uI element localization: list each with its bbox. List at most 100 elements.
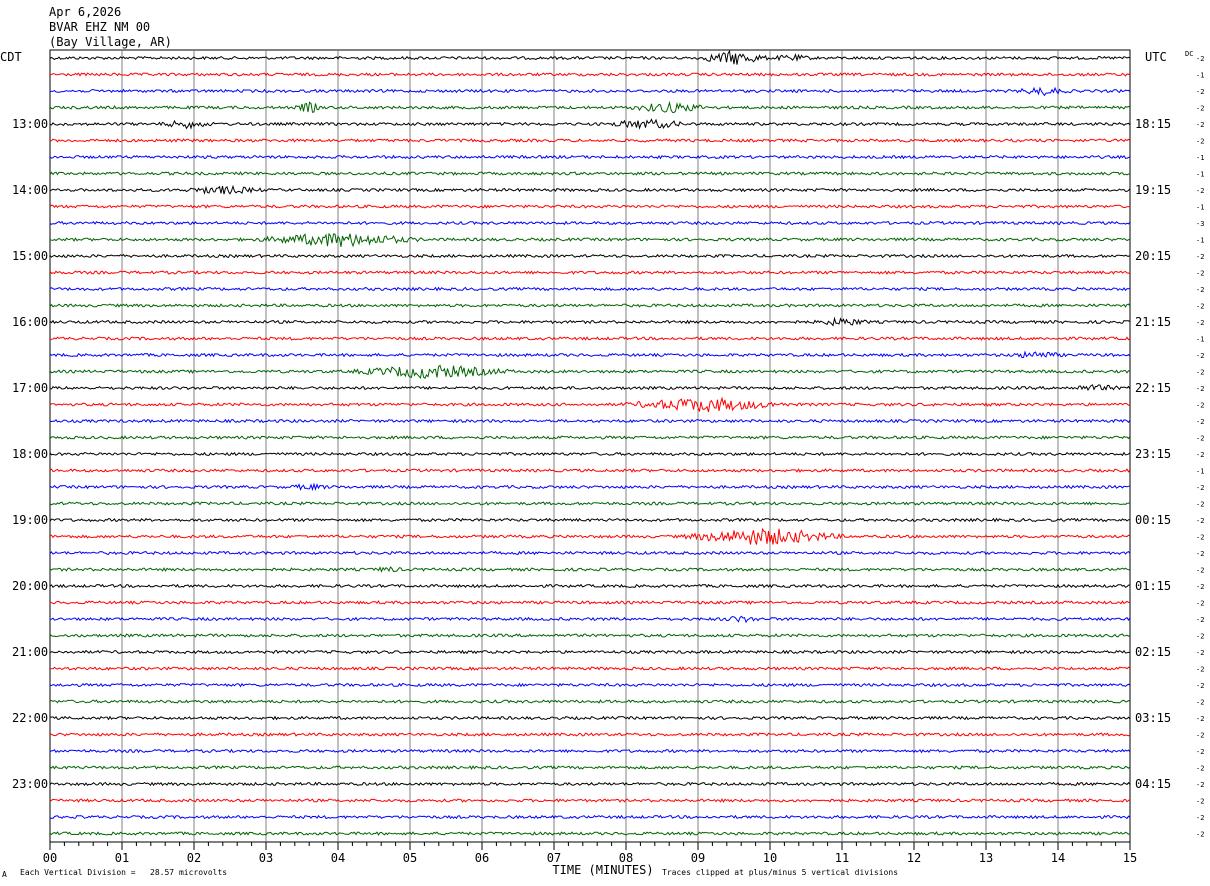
x-tick-label: 06	[475, 851, 489, 865]
x-tick-label: 11	[835, 851, 849, 865]
dc-offset-label: -2	[1196, 534, 1204, 542]
dc-offset-label: -2	[1196, 567, 1204, 575]
dc-offset-label: -2	[1196, 715, 1204, 723]
dc-offset-label: -2	[1196, 418, 1204, 426]
dc-offset-label: -2	[1196, 105, 1204, 113]
x-tick-label: 01	[115, 851, 129, 865]
trace-row	[49, 154, 1131, 160]
left-hour-label: 18:00	[12, 447, 48, 461]
right-hour-label: 03:15	[1135, 711, 1171, 725]
clip-note: Traces clipped at plus/minus 5 vertical …	[662, 868, 899, 877]
right-hour-label: 18:15	[1135, 117, 1171, 131]
trace-row	[49, 396, 1131, 413]
right-hour-label: 21:15	[1135, 315, 1171, 329]
trace-row	[49, 303, 1131, 308]
dc-offset-label: -2	[1196, 435, 1204, 443]
x-tick-label: 09	[691, 851, 705, 865]
x-tick-label: 03	[259, 851, 273, 865]
dc-offset-label: -2	[1196, 88, 1204, 96]
x-tick-label: 02	[187, 851, 201, 865]
trace-row	[49, 451, 1131, 457]
left-hour-label: 19:00	[12, 513, 48, 527]
trace-row	[49, 350, 1131, 359]
dc-offset-label: -2	[1196, 369, 1204, 377]
helicorder-plot: 00 01 02 03 04 05 06 07 08 09 10 11 12 13 14 15TIME (MI…	[12, 49, 1204, 877]
right-hour-label: 23:15	[1135, 447, 1171, 461]
dc-offset-label: -2	[1196, 517, 1204, 525]
trace-row	[49, 171, 1131, 176]
dc-offset-label: -2	[1196, 352, 1204, 360]
dc-offset-label: -1	[1196, 468, 1204, 476]
dc-offset-label: -2	[1196, 253, 1204, 261]
dc-offset-label: -3	[1196, 220, 1204, 228]
dc-offset-label: -2	[1196, 402, 1204, 410]
trace-row	[49, 232, 1131, 248]
dc-offset-label: -2	[1196, 748, 1204, 756]
x-tick-label: 00	[43, 851, 57, 865]
x-tick-label: 15	[1123, 851, 1137, 865]
left-hour-label: 15:00	[12, 249, 48, 263]
dc-offset-label: -2	[1196, 451, 1204, 459]
trace-row	[49, 364, 1131, 379]
dc-offset-label: -2	[1196, 682, 1204, 690]
right-hour-label: 20:15	[1135, 249, 1171, 263]
dc-offset-label: -2	[1196, 187, 1204, 195]
left-hour-label: 21:00	[12, 645, 48, 659]
trace-row	[49, 204, 1131, 209]
dc-offset-label: -1	[1196, 154, 1204, 162]
dc-offset-label: -2	[1196, 270, 1204, 278]
dc-offset-label: -2	[1196, 600, 1204, 608]
left-hour-label: 14:00	[12, 183, 48, 197]
trace-row	[49, 384, 1131, 392]
right-hour-label: 04:15	[1135, 777, 1171, 791]
right-hour-label: 00:15	[1135, 513, 1171, 527]
trace-row	[49, 682, 1131, 688]
dc-offset-label: -2	[1196, 649, 1204, 657]
trace-row	[49, 798, 1131, 803]
left-hour-label: 13:00	[12, 117, 48, 131]
trace-row	[49, 633, 1131, 638]
x-axis-label: TIME (MINUTES)	[552, 863, 653, 877]
trace-row	[49, 49, 1131, 65]
trace-row	[49, 184, 1131, 195]
dc-offset-label: -2	[1196, 732, 1204, 740]
trace-row	[49, 270, 1131, 275]
x-tick-label: 04	[331, 851, 345, 865]
dc-offset-label: -2	[1196, 484, 1204, 492]
scale-note: Each Vertical Division = 28.57 microvolt…	[20, 868, 228, 877]
x-tick-label: 10	[763, 851, 777, 865]
trace-row	[49, 699, 1131, 704]
right-hour-label: 01:15	[1135, 579, 1171, 593]
dc-offset-label: -1	[1196, 237, 1204, 245]
dc-offset-label: -2	[1196, 814, 1204, 822]
trace-row	[49, 316, 1131, 327]
trace-row	[49, 831, 1131, 836]
right-hour-label: 02:15	[1135, 645, 1171, 659]
trace-row	[49, 118, 1131, 130]
trace-row	[49, 527, 1131, 545]
x-tick-label: 12	[907, 851, 921, 865]
trace-row	[49, 566, 1131, 573]
trace-row	[49, 468, 1131, 473]
trace-row	[49, 286, 1131, 292]
trace-row	[49, 649, 1131, 655]
trace-row	[49, 418, 1131, 424]
plot-frame	[49, 49, 1131, 843]
dc-offset-label: -2	[1196, 303, 1204, 311]
trace-row	[49, 517, 1131, 523]
dc-offset-label: -2	[1196, 798, 1204, 806]
trace-row	[49, 253, 1131, 259]
trace-row	[49, 765, 1131, 770]
trace-row	[49, 138, 1131, 143]
trace-row	[49, 814, 1131, 820]
x-tick-label: 05	[403, 851, 417, 865]
dc-offset-label: -2	[1196, 286, 1204, 294]
dc-offset-label: -2	[1196, 319, 1204, 327]
right-hour-label: 22:15	[1135, 381, 1171, 395]
left-hour-label: 17:00	[12, 381, 48, 395]
trace-row	[49, 220, 1131, 226]
trace-row	[50, 600, 1131, 605]
dc-offset-label: -2	[1196, 138, 1204, 146]
trace-row	[49, 435, 1131, 440]
dc-offset-label: -2	[1196, 583, 1204, 591]
